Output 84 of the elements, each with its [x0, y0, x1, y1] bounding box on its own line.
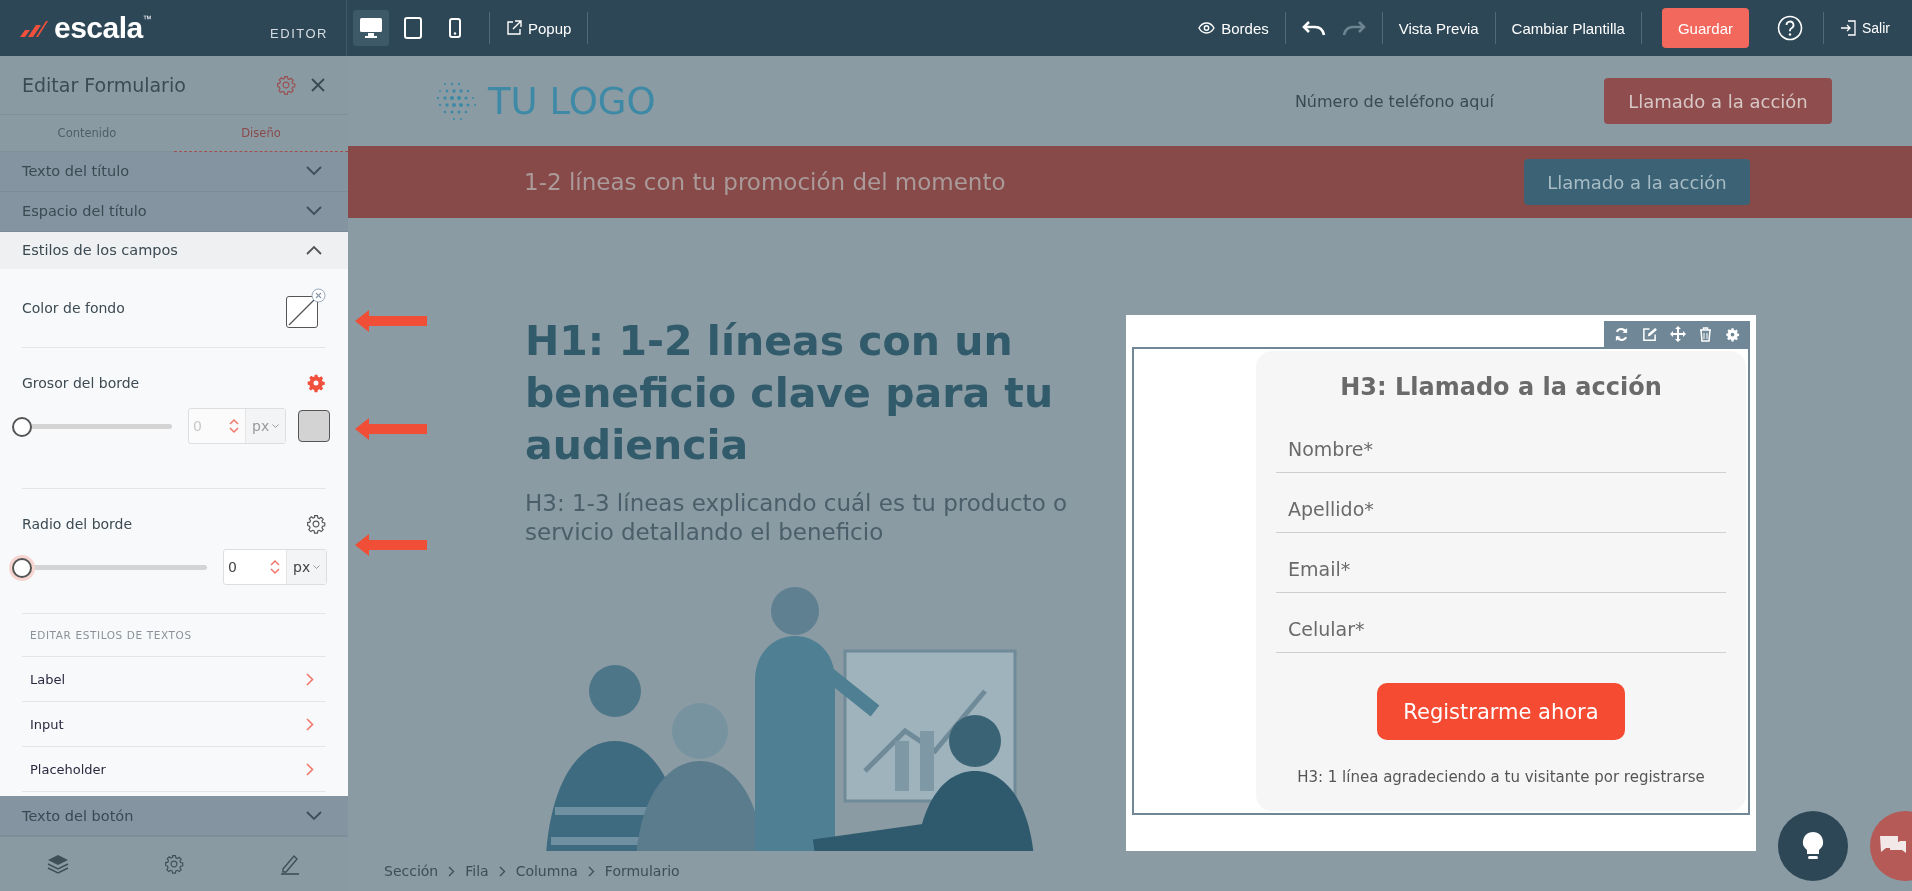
spinner-icon [229, 418, 239, 435]
refresh-icon[interactable] [1614, 326, 1629, 342]
chevron-down-icon [306, 810, 322, 821]
move-icon[interactable] [1670, 326, 1686, 342]
caret-icon [313, 564, 321, 570]
logo-text: TU LOGO [488, 79, 656, 123]
annotation-arrow [355, 534, 427, 556]
annotation-arrow [355, 310, 427, 332]
cta-button[interactable]: Llamado a la acción [1604, 78, 1832, 124]
field-label: Grosor del borde [22, 375, 140, 392]
text-style-item[interactable]: Input [22, 702, 326, 748]
lightbulb-icon [1802, 831, 1824, 861]
text-field[interactable]: Email* [1276, 533, 1726, 593]
cta-button[interactable]: Llamado a la acción [1524, 159, 1750, 205]
chevron-right-icon [306, 717, 314, 731]
undo-icon[interactable] [1301, 20, 1326, 36]
breadcrumb-link[interactable]: Fila [465, 863, 489, 879]
form-footer: H3: 1 línea agradeciendo a tu visitante por registrarse [1276, 768, 1726, 786]
external-link-icon [506, 20, 522, 36]
settings-icon[interactable] [306, 514, 326, 535]
breadcrumb-link[interactable]: Sección [384, 863, 439, 879]
color-swatch[interactable] [298, 410, 331, 443]
desktop-icon [359, 17, 383, 39]
trash-icon[interactable] [1699, 326, 1712, 342]
editor-label: EDITOR [270, 25, 328, 41]
breadcrumb-link[interactable]: Formulario [604, 863, 680, 879]
edit-icon[interactable] [1642, 326, 1657, 342]
form-title: H3: Llamado a la acción [1339, 373, 1663, 401]
save-button[interactable]: Guardar [1661, 8, 1749, 48]
chevron-right-icon [448, 865, 456, 877]
hero-subheading: H3: 1-3 líneas explicando cuál es tu producto o servicio detallando el beneficio [525, 489, 1069, 547]
number-field[interactable]: 0 px [223, 549, 328, 586]
chevron-down-icon [306, 166, 322, 177]
change-template-link[interactable]: Cambiar Plantilla [1511, 19, 1625, 37]
section-heading: EDITAR ESTILOS DE TEXTOS [22, 613, 326, 658]
device-toggle[interactable] [353, 10, 389, 46]
spinner-icon [270, 559, 280, 576]
exit-link[interactable]: Salir [1840, 20, 1890, 36]
text-style-item[interactable]: Label [22, 657, 326, 703]
text-field[interactable]: Nombre* [1276, 413, 1726, 473]
accordion-header[interactable]: Texto del botón [0, 796, 348, 837]
promo-text: 1-2 líneas con tu promoción del momento [524, 169, 1007, 195]
settings-icon[interactable] [164, 854, 184, 875]
breadcrumb-link[interactable]: Columna [515, 863, 578, 879]
annotation-arrow [355, 418, 427, 440]
accordion-header[interactable]: Texto del título [0, 151, 348, 192]
borders-toggle[interactable]: Bordes [1198, 19, 1269, 37]
text-field[interactable]: Celular* [1276, 593, 1726, 653]
chevron-right-icon [498, 865, 506, 877]
color-picker[interactable] [286, 296, 318, 329]
tab[interactable]: Contenido [0, 114, 174, 152]
field-label: Radio del borde [22, 516, 133, 533]
accordion-header[interactable]: Espacio del título [0, 191, 348, 232]
chevron-right-icon [587, 865, 595, 877]
accordion-header[interactable]: Estilos de los campos [0, 231, 348, 270]
caret-icon [272, 423, 280, 429]
chevron-up-icon [306, 245, 322, 256]
chevron-right-icon [306, 762, 314, 776]
close-icon[interactable] [310, 76, 326, 93]
text-field[interactable]: Apellido* [1276, 473, 1726, 533]
chevron-right-icon [306, 672, 314, 686]
eye-icon [1198, 22, 1216, 34]
brand-logo: escala [54, 11, 143, 45]
pencil-icon[interactable] [278, 853, 301, 876]
unit-dropdown[interactable]: px [286, 550, 327, 585]
preview-link[interactable]: Vista Previa [1398, 19, 1479, 37]
exit-icon [1840, 20, 1856, 36]
trademark: ™ [142, 14, 152, 24]
settings-icon[interactable] [1725, 326, 1740, 342]
tablet-icon [404, 17, 422, 39]
field-label: Color de fondo [22, 300, 125, 317]
phone-icon [449, 18, 461, 38]
chevron-down-icon [306, 206, 322, 217]
slider-thumb[interactable] [12, 557, 32, 578]
text-style-item[interactable]: Placeholder [22, 747, 326, 793]
panel-title: Editar Formulario [22, 73, 187, 96]
layers-icon[interactable] [47, 854, 70, 875]
submit-button[interactable]: Registrarme ahora [1377, 683, 1625, 740]
popup-link[interactable]: Popup [506, 19, 572, 37]
hero-heading: H1: 1-2 líneas con un beneficio clave para tu audiencia [525, 316, 1055, 471]
phone-text: Número de teléfono aquí [1294, 91, 1494, 111]
clear-icon[interactable] [311, 288, 326, 304]
help-icon[interactable] [1777, 15, 1803, 41]
settings-icon[interactable] [306, 373, 326, 394]
